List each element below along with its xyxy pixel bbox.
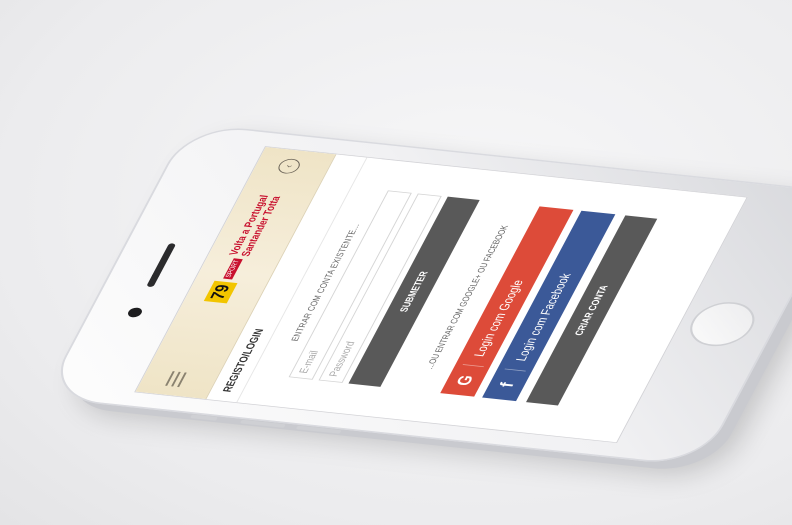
- logo-number: 79: [203, 280, 238, 304]
- hamburger-menu-icon[interactable]: [165, 371, 187, 388]
- google-icon: G: [446, 364, 484, 396]
- phone-mockup: 79 SPORT Volta a Portugal Santander Tott…: [42, 122, 792, 468]
- back-arrow-icon[interactable]: ‹: [275, 157, 303, 175]
- facebook-icon: f: [488, 368, 526, 401]
- logo-sport-badge: SPORT: [222, 258, 243, 280]
